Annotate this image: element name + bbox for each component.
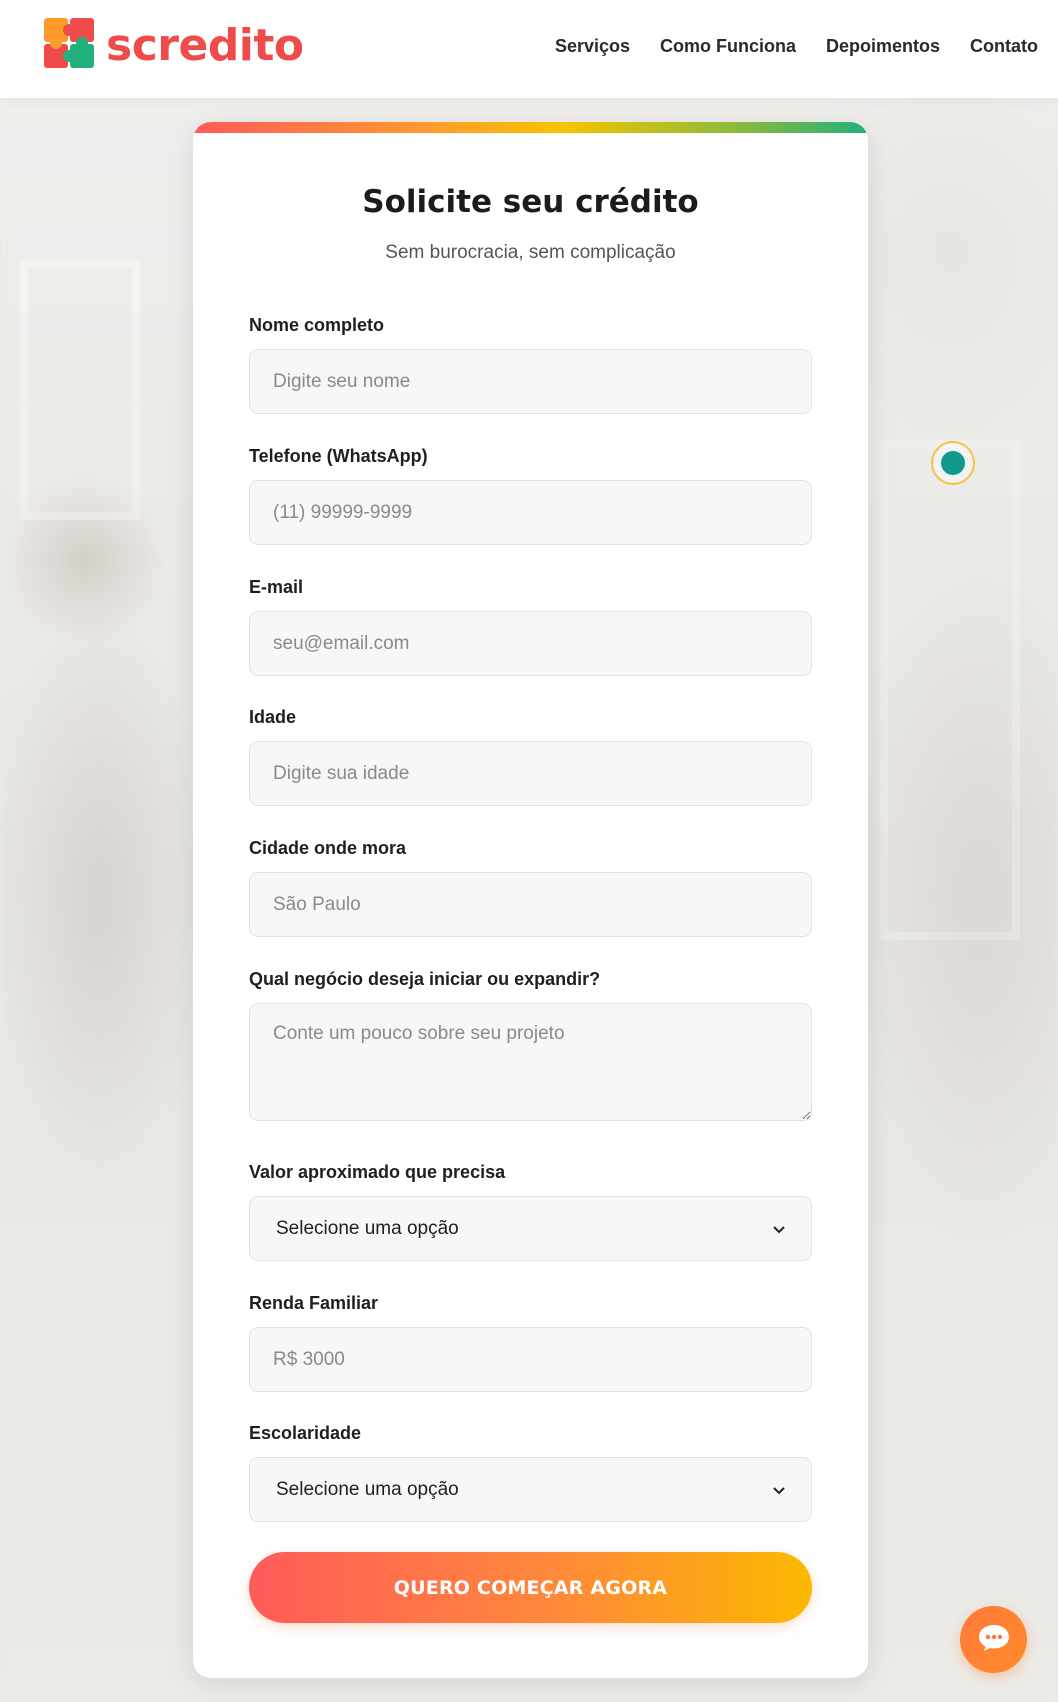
business-label: Qual negócio deseja iniciar ou expandir? [249, 969, 601, 989]
education-select[interactable]: Selecione uma opção [249, 1457, 812, 1522]
income-label: Renda Familiar [249, 1293, 379, 1313]
site-header: scredito Serviços Como Funciona Depoimen… [0, 0, 1058, 98]
chevron-down-icon [773, 1482, 785, 1498]
field-business: Qual negócio deseja iniciar ou expandir? [249, 969, 812, 1121]
nav-item-depoimentos[interactable]: Depoimentos [826, 36, 940, 57]
submit-button[interactable]: QUERO COMEÇAR AGORA [249, 1552, 812, 1623]
puzzle-logo-icon [42, 16, 98, 76]
city-input[interactable] [249, 872, 812, 937]
field-education: Escolaridade Selecione uma opção [249, 1423, 812, 1522]
teal-dot-icon[interactable] [931, 441, 975, 485]
field-name: Nome completo [249, 315, 812, 414]
field-age: Idade [249, 707, 812, 806]
phone-label: Telefone (WhatsApp) [249, 446, 428, 466]
form-subtitle: Sem burocracia, sem complicação [385, 242, 676, 263]
name-input[interactable] [249, 349, 812, 414]
chevron-down-icon [773, 1221, 785, 1237]
logo-text: scredito [106, 20, 304, 71]
field-phone: Telefone (WhatsApp) [249, 446, 812, 545]
amount-selected-value: Selecione uma opção [276, 1217, 459, 1239]
field-income: Renda Familiar [249, 1293, 812, 1392]
email-label: E-mail [249, 577, 304, 597]
field-city: Cidade onde mora [249, 838, 812, 937]
age-input[interactable] [249, 741, 812, 806]
gradient-top-bar [193, 122, 868, 133]
chat-bubble-icon [977, 1623, 1011, 1657]
form-title: Solicite seu crédito [362, 184, 699, 220]
nav-item-contato[interactable]: Contato [970, 36, 1038, 57]
business-textarea[interactable] [249, 1003, 812, 1121]
nav-item-como-funciona[interactable]: Como Funciona [660, 36, 796, 57]
logo[interactable]: scredito [42, 16, 304, 76]
education-selected-value: Selecione uma opção [276, 1478, 459, 1500]
credit-form-card: Solicite seu crédito Sem burocracia, sem… [193, 122, 868, 1678]
amount-label: Valor aproximado que precisa [249, 1162, 506, 1182]
name-label: Nome completo [249, 315, 385, 335]
main-nav: Serviços Como Funciona Depoimentos Conta… [555, 36, 1038, 57]
nav-item-servicos[interactable]: Serviços [555, 36, 630, 57]
background-window-left [20, 260, 140, 520]
teal-dot-inner [941, 451, 965, 475]
field-email: E-mail [249, 577, 812, 676]
field-amount: Valor aproximado que precisa Selecione u… [249, 1162, 812, 1261]
amount-select[interactable]: Selecione uma opção [249, 1196, 812, 1261]
age-label: Idade [249, 707, 297, 727]
education-label: Escolaridade [249, 1423, 362, 1443]
email-input[interactable] [249, 611, 812, 676]
income-input[interactable] [249, 1327, 812, 1392]
phone-input[interactable] [249, 480, 812, 545]
background-window-right [880, 440, 1020, 940]
city-label: Cidade onde mora [249, 838, 407, 858]
chat-button[interactable] [960, 1606, 1027, 1673]
